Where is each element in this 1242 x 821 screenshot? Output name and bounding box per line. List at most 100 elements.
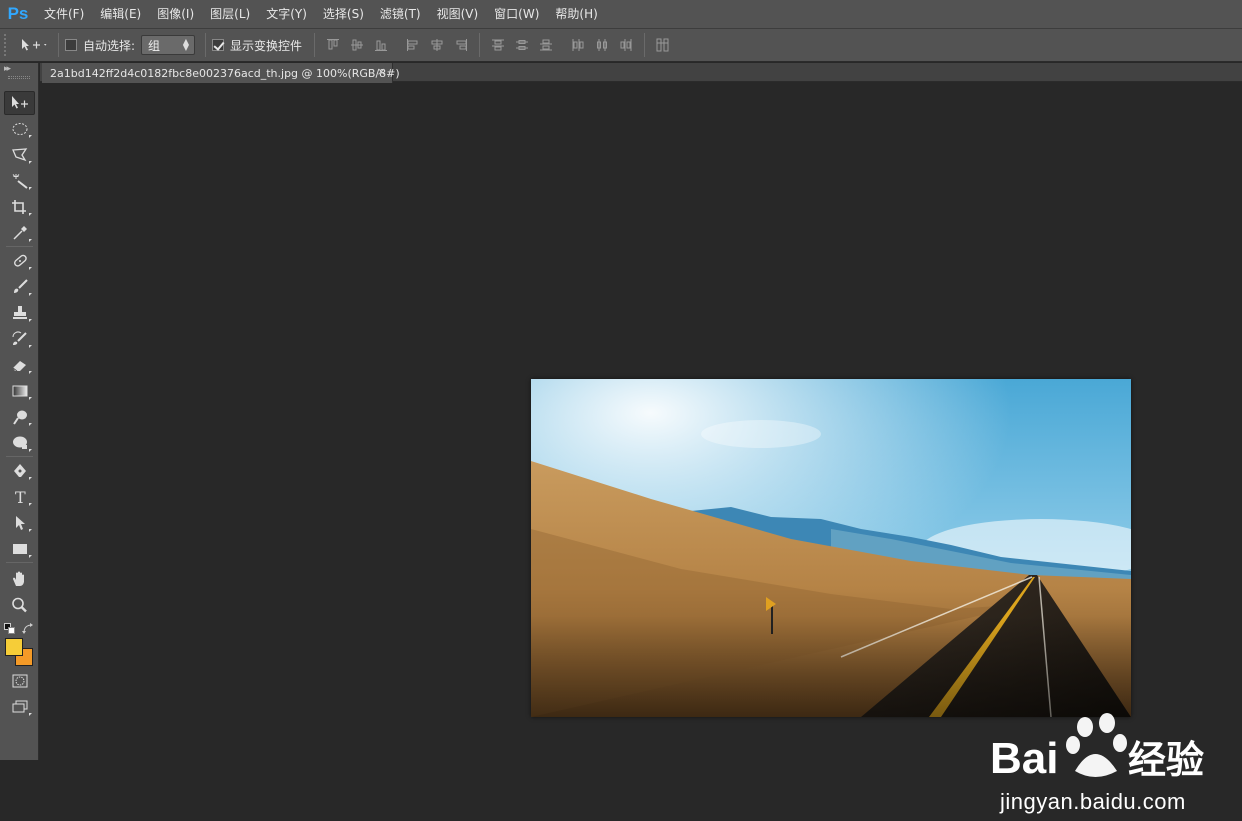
distribute-top-button[interactable] bbox=[486, 34, 510, 56]
auto-select-target-value: 组 bbox=[148, 38, 161, 53]
menu-layer[interactable]: 图层(L) bbox=[202, 0, 258, 28]
eyedropper-icon bbox=[12, 226, 27, 240]
align-horizontal-centers-button[interactable] bbox=[425, 34, 449, 56]
distribute-bottom-button[interactable] bbox=[534, 34, 558, 56]
pen-tool[interactable] bbox=[4, 459, 35, 483]
document-image[interactable] bbox=[531, 379, 1131, 717]
distribute-hcenter-button[interactable] bbox=[590, 34, 614, 56]
document-tab-bar: 2a1bd142ff2d4c0182fbc8e002376acd_th.jpg … bbox=[40, 63, 1242, 83]
flyout-indicator bbox=[29, 555, 32, 558]
dodge-tool[interactable] bbox=[4, 431, 35, 455]
crop-tool[interactable] bbox=[4, 195, 35, 219]
auto-align-layers-button[interactable] bbox=[651, 34, 675, 56]
eraser-icon bbox=[12, 361, 26, 372]
tools-panel-header[interactable]: ▸▸ bbox=[0, 63, 38, 81]
flyout-indicator bbox=[29, 213, 32, 216]
align-vertical-group bbox=[321, 34, 393, 56]
stamp-icon bbox=[12, 306, 27, 319]
swap-colors-icon[interactable] bbox=[22, 620, 34, 634]
separator bbox=[205, 33, 207, 57]
auto-select-option[interactable]: 自动选择: bbox=[65, 37, 135, 54]
menu-window[interactable]: 窗口(W) bbox=[486, 0, 547, 28]
document-tab[interactable]: 2a1bd142ff2d4c0182fbc8e002376acd_th.jpg … bbox=[42, 63, 400, 83]
align-vertical-centers-button[interactable] bbox=[345, 34, 369, 56]
path-selection-tool[interactable] bbox=[4, 511, 35, 535]
hand-tool[interactable] bbox=[4, 567, 35, 591]
show-transform-checkbox[interactable] bbox=[212, 39, 225, 51]
hand-icon bbox=[12, 571, 24, 586]
dodge-icon bbox=[12, 436, 27, 449]
healing-brush-tool[interactable] bbox=[4, 249, 35, 273]
flyout-indicator bbox=[29, 477, 32, 480]
auto-align-icon bbox=[656, 38, 669, 52]
align-bottom-edges-button[interactable] bbox=[369, 34, 393, 56]
menu-edit[interactable]: 编辑(E) bbox=[92, 0, 149, 28]
tool-divider bbox=[6, 246, 33, 247]
gradient-tool[interactable] bbox=[4, 379, 35, 403]
watermark-url: jingyan.baidu.com bbox=[1000, 789, 1186, 814]
flyout-indicator bbox=[29, 161, 32, 164]
menu-help[interactable]: 帮助(H) bbox=[547, 0, 605, 28]
align-left-edges-button[interactable] bbox=[401, 34, 425, 56]
align-top-edges-button[interactable] bbox=[321, 34, 345, 56]
menu-bar: Ps 文件(F) 编辑(E) 图像(I) 图层(L) 文字(Y) 选择(S) 滤… bbox=[0, 0, 1242, 28]
menu-select[interactable]: 选择(S) bbox=[315, 0, 372, 28]
move-tool[interactable] bbox=[4, 91, 35, 115]
type-tool[interactable]: T bbox=[4, 485, 35, 509]
menu-filter[interactable]: 滤镜(T) bbox=[372, 0, 429, 28]
auto-select-checkbox[interactable] bbox=[65, 39, 77, 51]
quick-mask-icon bbox=[12, 674, 27, 688]
history-brush-icon bbox=[12, 331, 27, 345]
lasso-tool[interactable] bbox=[4, 143, 35, 167]
tool-preset-picker[interactable] bbox=[14, 33, 52, 57]
align-right-edges-button[interactable] bbox=[449, 34, 473, 56]
zoom-tool[interactable] bbox=[4, 593, 35, 617]
quick-mask-button[interactable] bbox=[4, 669, 35, 693]
elliptical-marquee-icon bbox=[12, 123, 27, 135]
brush-tool[interactable] bbox=[4, 275, 35, 299]
canvas-area[interactable]: Bai 经验 jingyan.baidu.com bbox=[40, 83, 1242, 814]
collapse-arrows-icon[interactable]: ▸▸ bbox=[4, 64, 11, 74]
flyout-indicator bbox=[29, 187, 32, 190]
tool-divider bbox=[6, 562, 33, 563]
magic-wand-tool[interactable] bbox=[4, 169, 35, 193]
menu-image[interactable]: 图像(I) bbox=[149, 0, 202, 28]
rectangle-tool[interactable] bbox=[4, 537, 35, 561]
screen-mode-icon bbox=[12, 700, 27, 713]
flyout-indicator bbox=[29, 293, 32, 296]
distribute-right-button[interactable] bbox=[614, 34, 638, 56]
blur-tool[interactable] bbox=[4, 405, 35, 429]
zoom-magnifier-icon bbox=[11, 597, 27, 613]
align-left-icon bbox=[407, 39, 418, 51]
options-grip[interactable] bbox=[4, 34, 14, 56]
separator bbox=[644, 33, 646, 57]
flyout-indicator bbox=[29, 713, 32, 716]
menu-view[interactable]: 视图(V) bbox=[429, 0, 487, 28]
distribute-top-icon bbox=[492, 39, 505, 51]
distribute-bottom-icon bbox=[540, 39, 553, 51]
auto-select-target-dropdown[interactable]: 组 ▲ ▼ bbox=[141, 35, 196, 55]
align-vcenter-icon bbox=[351, 39, 364, 51]
show-transform-label: 显示变换控件 bbox=[230, 38, 303, 53]
menu-file[interactable]: 文件(F) bbox=[36, 0, 92, 28]
marquee-tool[interactable] bbox=[4, 117, 35, 141]
separator bbox=[58, 33, 59, 57]
screen-mode-button[interactable] bbox=[4, 695, 35, 719]
clone-stamp-tool[interactable] bbox=[4, 301, 35, 325]
type-icon: T bbox=[15, 489, 26, 505]
show-transform-option[interactable]: 显示变换控件 bbox=[212, 37, 302, 54]
close-tab-icon[interactable]: × bbox=[377, 65, 386, 78]
foreground-color-swatch[interactable] bbox=[5, 638, 23, 656]
history-brush-tool[interactable] bbox=[4, 327, 35, 351]
default-colors-icon[interactable] bbox=[4, 620, 16, 634]
distribute-vcenter-button[interactable] bbox=[510, 34, 534, 56]
menu-type[interactable]: 文字(Y) bbox=[258, 0, 315, 28]
brush-icon bbox=[13, 279, 28, 293]
crop-icon bbox=[11, 200, 26, 214]
default-colors-swatch-icon bbox=[4, 623, 15, 634]
eyedropper-tool[interactable] bbox=[4, 221, 35, 245]
flyout-indicator bbox=[29, 503, 32, 506]
svg-text:Bai: Bai bbox=[990, 734, 1058, 783]
eraser-tool[interactable] bbox=[4, 353, 35, 377]
distribute-left-button[interactable] bbox=[566, 34, 590, 56]
